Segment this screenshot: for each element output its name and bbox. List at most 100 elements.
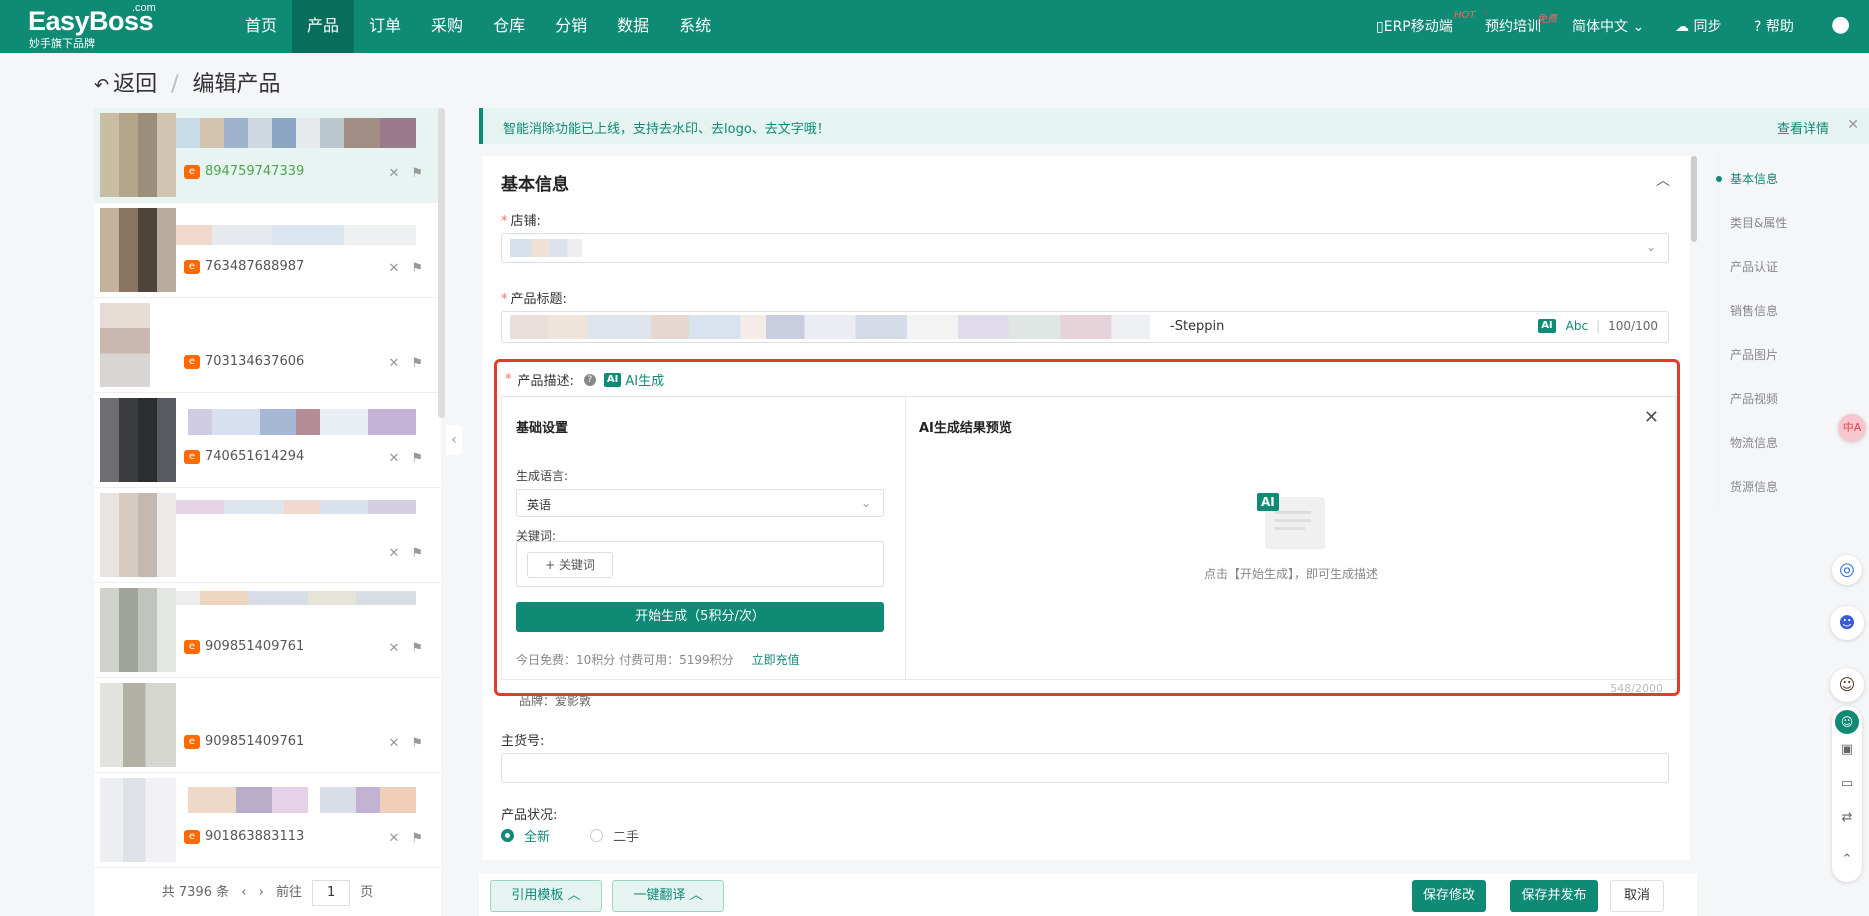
list-item[interactable]: e 901863883113 ✕ ⚑: [94, 773, 441, 868]
remove-icon[interactable]: ✕: [388, 736, 399, 751]
condition-radio-group: 全新 二手: [501, 826, 639, 845]
active-dot: [1716, 176, 1722, 182]
remove-icon[interactable]: ✕: [388, 451, 399, 466]
condition-label: 产品状况:: [501, 808, 558, 823]
anchor-basic-info[interactable]: 基本信息: [1730, 170, 1778, 187]
language-select[interactable]: 英语 ⌄: [516, 489, 884, 517]
anchor-video[interactable]: 产品视频: [1730, 390, 1778, 407]
remove-icon[interactable]: ✕: [388, 356, 399, 371]
chevron-up-icon[interactable]: ︿: [1656, 170, 1670, 190]
planet-icon[interactable]: ◎: [1832, 555, 1862, 585]
flag-icon[interactable]: ⚑: [411, 546, 423, 561]
nav-item-products[interactable]: 产品: [292, 0, 355, 53]
anchor-source[interactable]: 货源信息: [1730, 478, 1778, 495]
aliexpress-icon: e: [184, 829, 200, 844]
anchor-sales[interactable]: 销售信息: [1730, 302, 1778, 319]
description-label: * 产品描述: ? AI AI生成: [505, 370, 665, 389]
ai-icon: AI: [603, 372, 622, 387]
nav-item-purchase[interactable]: 采购: [416, 0, 478, 53]
list-item[interactable]: ✕ ⚑: [94, 488, 441, 583]
product-thumbnail: [100, 683, 176, 767]
anchor-logistics[interactable]: 物流信息: [1730, 434, 1778, 451]
nav-item-orders[interactable]: 订单: [354, 0, 416, 53]
abc-case-button[interactable]: Abc: [1566, 319, 1588, 333]
product-list: e 894759747339 ✕ ⚑ e 763487688987 ✕ ⚑ e 70313…: [94, 108, 441, 916]
support-agent-avatar[interactable]: ☺: [1830, 668, 1864, 702]
help-button[interactable]: ? 帮助: [1754, 16, 1794, 36]
anchor-images[interactable]: 产品图片: [1730, 346, 1778, 363]
swap-icon[interactable]: ⇄: [1832, 810, 1862, 825]
add-keyword-button[interactable]: + 关键词: [527, 552, 613, 578]
section-title: 基本信息: [501, 175, 569, 195]
ai-settings-pane: 基础设置 生成语言: 英语 ⌄ 关键词: + 关键词 开始生成（5积分/次） 今…: [502, 397, 906, 679]
help-question-icon[interactable]: ?: [583, 373, 596, 386]
agent-avatar-icon[interactable]: ☺: [1835, 710, 1859, 734]
brand-logo[interactable]: EasyBoss .com 妙手旗下品牌: [28, 2, 188, 50]
anchor-category[interactable]: 类目&属性: [1730, 214, 1787, 231]
collapse-list-button[interactable]: ‹: [446, 425, 462, 455]
back-link[interactable]: ↶ 返回: [94, 72, 157, 97]
product-list-scrollbar[interactable]: [438, 108, 445, 418]
sync-button[interactable]: ☁ 同步: [1675, 16, 1721, 36]
product-id: e 763487688987: [184, 259, 304, 274]
user-avatar-icon[interactable]: ●: [1831, 12, 1850, 37]
faq-icon[interactable]: ▣: [1832, 742, 1862, 757]
nav-item-data[interactable]: 数据: [602, 0, 664, 53]
close-icon[interactable]: ✕: [1847, 117, 1859, 133]
product-id: e 909851409761: [184, 734, 304, 749]
remove-icon[interactable]: ✕: [388, 546, 399, 561]
save-publish-button[interactable]: 保存并发布: [1510, 880, 1598, 912]
flag-icon[interactable]: ⚑: [411, 831, 423, 846]
list-item[interactable]: e 894759747339 ✕ ⚑: [94, 108, 441, 203]
list-item[interactable]: e 909851409761 ✕ ⚑: [94, 678, 441, 773]
nav-item-distribution[interactable]: 分销: [540, 0, 602, 53]
next-page-icon[interactable]: ›: [259, 885, 264, 900]
template-button[interactable]: 引用模板 ︿: [490, 880, 602, 912]
remove-icon[interactable]: ✕: [388, 641, 399, 656]
list-item[interactable]: e 909851409761 ✕ ⚑: [94, 583, 441, 678]
flag-icon[interactable]: ⚑: [411, 356, 423, 371]
language-selector[interactable]: 简体中文 ⌄: [1572, 16, 1644, 36]
ai-title-button[interactable]: AI: [1538, 319, 1556, 333]
translate-button[interactable]: 一键翻译 ︿: [612, 880, 724, 912]
product-title-input[interactable]: -Steppin AI Abc | 100/100: [501, 311, 1669, 343]
store-label: * 店铺:: [501, 214, 541, 229]
chat-icon[interactable]: ▭: [1832, 776, 1862, 791]
goto-label: 前往: [275, 885, 302, 900]
store-select[interactable]: ⌄: [501, 233, 1669, 263]
list-item[interactable]: e 740651614294 ✕ ⚑: [94, 393, 441, 488]
page-input[interactable]: 1: [312, 880, 351, 906]
robot-icon[interactable]: ☻: [1830, 606, 1864, 640]
radio-used[interactable]: 二手: [590, 826, 639, 845]
flag-icon[interactable]: ⚑: [411, 736, 423, 751]
nav-item-warehouse[interactable]: 仓库: [478, 0, 540, 53]
remove-icon[interactable]: ✕: [388, 166, 399, 181]
start-generate-button[interactable]: 开始生成（5积分/次）: [516, 602, 884, 632]
prev-page-icon[interactable]: ‹: [241, 885, 246, 900]
sku-input[interactable]: [501, 753, 1669, 783]
product-thumbnail: [100, 493, 176, 577]
back-to-top-icon[interactable]: ⌃: [1832, 852, 1862, 867]
erp-mobile-link[interactable]: ▯ERP移动端 HOT: [1376, 10, 1476, 36]
flag-icon[interactable]: ⚑: [411, 641, 423, 656]
remove-icon[interactable]: ✕: [388, 831, 399, 846]
flag-icon[interactable]: ⚑: [411, 261, 423, 276]
ai-generate-link[interactable]: AI生成: [625, 370, 664, 389]
anchor-certification[interactable]: 产品认证: [1730, 258, 1778, 275]
ai-description-panel: * 产品描述: ? AI AI生成 基础设置 生成语言: 英语 ⌄ 关键词: + …: [494, 359, 1680, 696]
recharge-link[interactable]: 立即充值: [752, 653, 800, 667]
list-item[interactable]: e 763487688987 ✕ ⚑: [94, 203, 441, 298]
radio-new[interactable]: 全新: [501, 826, 550, 845]
remove-icon[interactable]: ✕: [388, 261, 399, 276]
flag-icon[interactable]: ⚑: [411, 166, 423, 181]
nav-item-home[interactable]: 首页: [230, 0, 292, 53]
flag-icon[interactable]: ⚑: [411, 451, 423, 466]
main-scrollbar[interactable]: [1691, 156, 1697, 242]
translate-float-icon[interactable]: 中A: [1838, 414, 1866, 442]
nav-item-system[interactable]: 系统: [664, 0, 726, 53]
cancel-button[interactable]: 取消: [1610, 880, 1664, 912]
save-button[interactable]: 保存修改: [1412, 880, 1486, 912]
list-item[interactable]: e 703134637606 ✕ ⚑: [94, 298, 441, 393]
training-link[interactable]: 预约培训 免费: [1485, 14, 1557, 36]
notice-detail-link[interactable]: 查看详情: [1777, 118, 1829, 137]
